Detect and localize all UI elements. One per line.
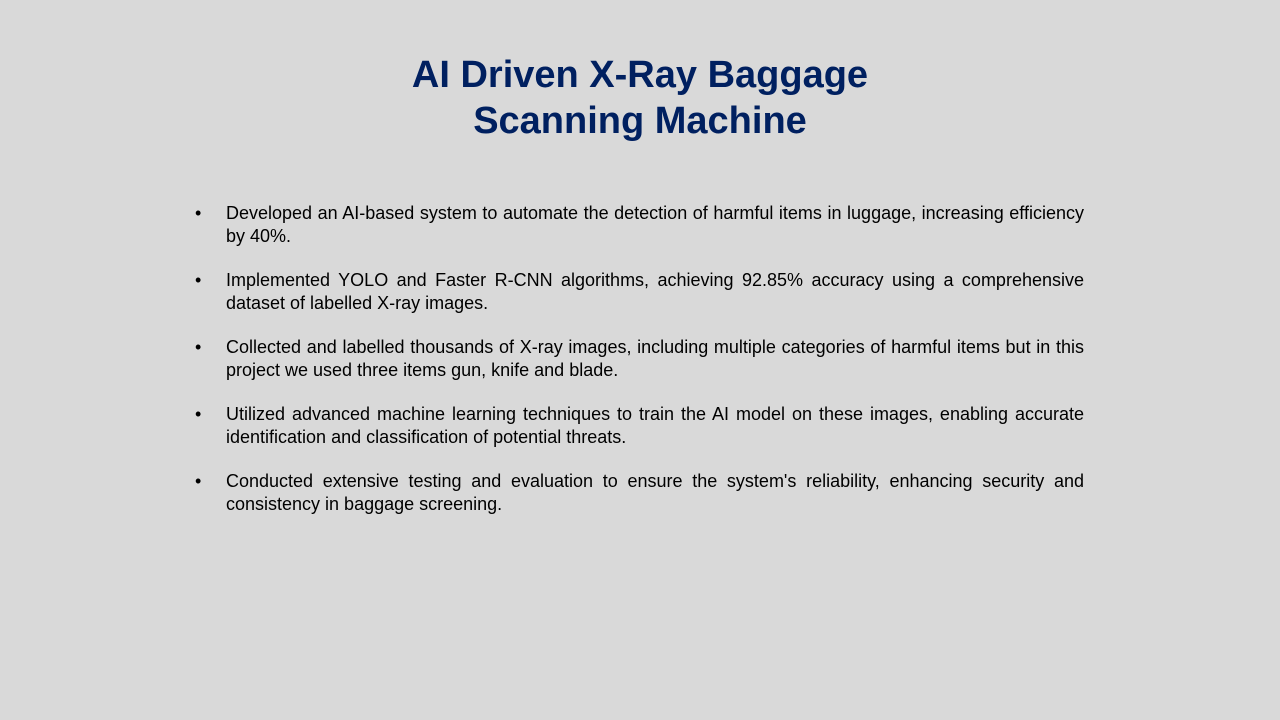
bullet-text: Developed an AI-based system to automate… (226, 203, 1084, 246)
bullet-text: Conducted extensive testing and evaluati… (226, 471, 1084, 514)
bullet-text: Collected and labelled thousands of X-ra… (226, 337, 1084, 380)
slide-title-line-1: AI Driven X-Ray Baggage (411, 54, 869, 96)
bullet-icon: • (195, 471, 202, 491)
bullet-icon: • (195, 203, 202, 223)
bullet-item: • Collected and labelled thousands of X-… (195, 336, 1084, 382)
slide-title-line-2: Scanning Machine (473, 100, 807, 142)
slide: AI Driven X-Ray Baggage Scanning Machine… (0, 0, 1280, 720)
bullet-icon: • (195, 270, 202, 290)
slide-title: AI Driven X-Ray Baggage Scanning Machine (0, 52, 1280, 144)
bullet-text: Implemented YOLO and Faster R-CNN algori… (226, 270, 1084, 313)
bullet-text: Utilized advanced machine learning techn… (226, 404, 1084, 447)
bullet-item: • Implemented YOLO and Faster R-CNN algo… (195, 269, 1084, 315)
bullet-item: • Utilized advanced machine learning tec… (195, 403, 1084, 449)
bullet-icon: • (195, 337, 202, 357)
bullet-icon: • (195, 404, 202, 424)
bullet-item: • Developed an AI-based system to automa… (195, 202, 1084, 248)
bullet-item: • Conducted extensive testing and evalua… (195, 470, 1084, 516)
bullet-list: • Developed an AI-based system to automa… (195, 202, 1084, 537)
